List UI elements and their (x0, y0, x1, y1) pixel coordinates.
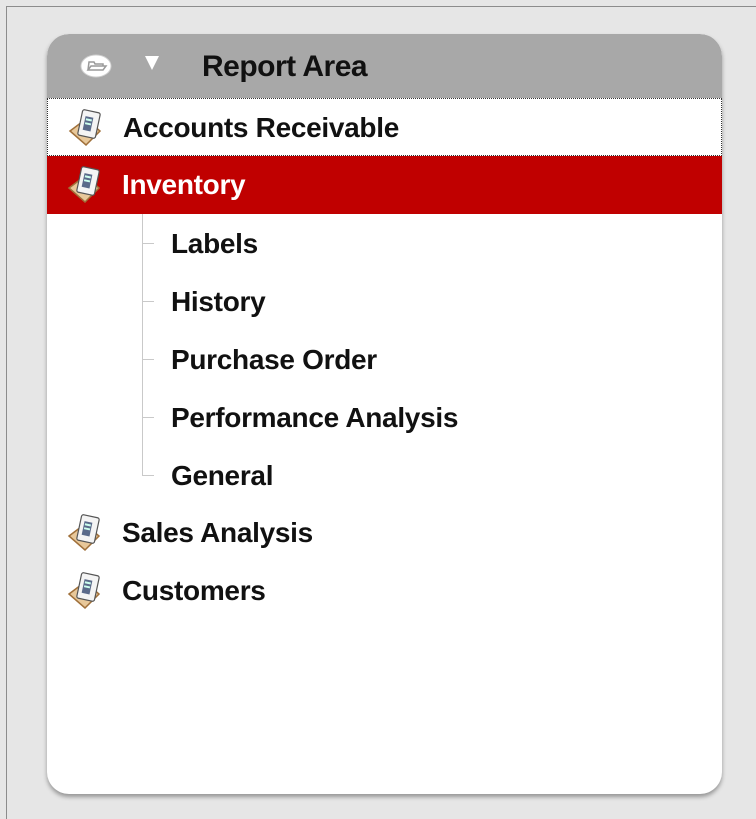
inventory-children: Labels History Purchase Order Performanc… (47, 214, 722, 504)
tree-connector-tick (142, 475, 154, 476)
panel-header: Report Area (47, 34, 722, 98)
tree-item-label: Purchase Order (171, 344, 377, 375)
collapse-arrow-icon[interactable] (145, 56, 159, 70)
tree-item-label: General (171, 460, 274, 491)
tree-item-label: History (171, 286, 266, 317)
tree-item-label: Inventory (122, 169, 246, 200)
report-clipboard-icon (65, 514, 105, 554)
report-clipboard-icon (65, 166, 105, 206)
tree-connector-tick (142, 301, 154, 302)
report-clipboard-icon (66, 109, 106, 149)
tree-item-purchase-order[interactable]: Purchase Order (47, 330, 722, 388)
tree-item-label: Sales Analysis (122, 517, 313, 548)
tree-item-labels[interactable]: Labels (47, 214, 722, 272)
report-tree: Accounts Receivable Inventory Labels His… (47, 98, 722, 620)
tree-item-history[interactable]: History (47, 272, 722, 330)
panel-title: Report Area (202, 50, 368, 83)
tree-item-performance-analysis[interactable]: Performance Analysis (47, 388, 722, 446)
report-area-panel: Report Area Accounts Receivable Inventor… (47, 34, 722, 794)
tree-item-label: Customers (122, 575, 266, 606)
tree-item-label: Labels (171, 228, 258, 259)
report-clipboard-icon (65, 572, 105, 612)
tree-item-customers[interactable]: Customers (47, 562, 722, 620)
folder-open-icon[interactable] (80, 54, 112, 78)
tree-connector-tick (142, 359, 154, 360)
tree-item-accounts-receivable[interactable]: Accounts Receivable (47, 98, 722, 156)
tree-item-general[interactable]: General (47, 446, 722, 504)
tree-connector-tick (142, 243, 154, 244)
tree-item-label: Performance Analysis (171, 402, 459, 433)
tree-connector-tick (142, 417, 154, 418)
tree-item-sales-analysis[interactable]: Sales Analysis (47, 504, 722, 562)
tree-item-label: Accounts Receivable (123, 112, 399, 143)
tree-item-inventory[interactable]: Inventory (47, 156, 722, 214)
